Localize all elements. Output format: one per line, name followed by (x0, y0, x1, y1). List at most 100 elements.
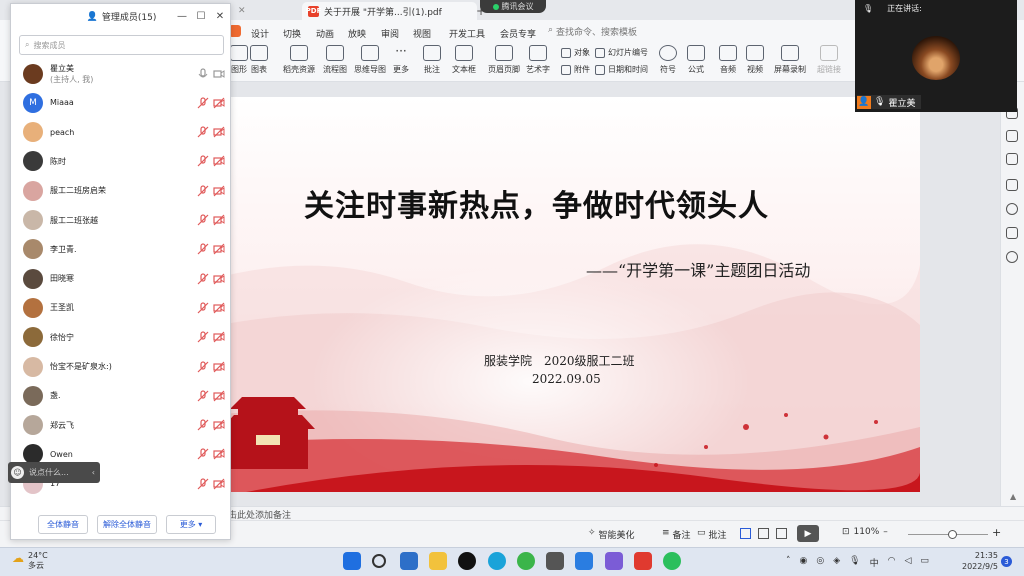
textbox-button[interactable]: 文本框 (452, 45, 476, 75)
shape-button[interactable]: 图形 (230, 45, 248, 75)
camera-off-icon[interactable] (213, 361, 225, 373)
play-slideshow-button[interactable]: ▶ (797, 525, 819, 542)
menu-transition[interactable]: 切换 (283, 27, 301, 40)
mindmap-button[interactable]: 思维导图 (354, 45, 386, 75)
clock[interactable]: 21:35 2022/9/5 (962, 550, 998, 572)
camera-off-icon[interactable] (213, 126, 225, 138)
slide-organization[interactable]: 服装学院 2020级服工二班 (484, 352, 635, 369)
member-row[interactable]: 怡宝不是矿泉水:) (11, 352, 230, 381)
member-row[interactable]: 郑云飞 (11, 411, 230, 440)
system-tray[interactable]: ˄ ◉ ◎ ◈ 🎙 中 ◠ ◁ ▭ (786, 556, 929, 569)
slide-title[interactable]: 关注时事新热点，争做时代领头人 (304, 181, 769, 225)
close-icon[interactable]: ✕ (213, 9, 227, 23)
mic-off-icon[interactable] (197, 302, 209, 314)
mute-all-button[interactable]: 全体静音 (38, 515, 88, 534)
menu-design[interactable]: 设计 (251, 27, 269, 40)
battery-icon[interactable]: ▭ (920, 556, 929, 569)
chat-input-bar[interactable]: ☺ 说点什么... ‹ (8, 462, 100, 483)
mic-off-icon[interactable] (197, 390, 209, 402)
meeting-pill[interactable]: 腾讯会议 (480, 0, 546, 13)
comment-button[interactable]: 批注 (423, 45, 441, 75)
camera-off-icon[interactable] (213, 419, 225, 431)
camera-off-icon[interactable] (213, 302, 225, 314)
flowchart-button[interactable]: 流程图 (323, 45, 347, 75)
member-row[interactable]: 瞿立美 (主持人, 我) (11, 59, 230, 88)
mic-off-icon[interactable] (197, 126, 209, 138)
camera-off-icon[interactable] (213, 448, 225, 460)
task-view-icon[interactable] (400, 552, 418, 570)
slide-date[interactable]: 2022.09.05 (532, 372, 601, 386)
member-row[interactable]: peach (11, 118, 230, 147)
sorter-view-icon[interactable] (758, 528, 769, 539)
member-row[interactable]: M Miaaa (11, 88, 230, 117)
menu-member[interactable]: 会员专享 (500, 27, 536, 40)
hyperlink-button[interactable]: 超链接 (817, 45, 841, 75)
minimize-icon[interactable]: — (175, 9, 189, 23)
pin-icon[interactable] (1006, 153, 1018, 165)
member-row[interactable]: 盏. (11, 381, 230, 410)
slide-subtitle[interactable]: ——“开学第一课”主题团日活动 (586, 257, 810, 281)
attachment-button[interactable]: 附件 (561, 64, 590, 75)
mic-off-icon[interactable] (197, 419, 209, 431)
slide-canvas[interactable]: 关注时事新热点，争做时代领头人 ——“开学第一课”主题团日活动 服装学院 202… (186, 97, 920, 492)
reading-view-icon[interactable] (776, 528, 787, 539)
emoji-icon[interactable]: ☺ (11, 466, 24, 479)
member-row[interactable]: 徐怡宁 (11, 323, 230, 352)
layout-icon[interactable] (1006, 179, 1018, 191)
zoom-control[interactable]: ⊡ 110% – (842, 527, 888, 537)
zoom-in-icon[interactable]: + (992, 526, 1001, 539)
mic-icon[interactable]: 🎙 (849, 556, 860, 569)
tab-previous[interactable]: ✕ (232, 2, 298, 20)
mic-off-icon[interactable] (197, 331, 209, 343)
unmute-all-button[interactable]: 解除全体静音 (97, 515, 157, 534)
member-search-input[interactable]: ⌕ 搜索成员 (19, 35, 224, 55)
notification-badge[interactable]: 3 (1001, 556, 1012, 567)
tray-app-icon[interactable]: ◉ (800, 556, 808, 569)
menu-slideshow[interactable]: 放映 (348, 27, 366, 40)
close-icon[interactable]: ✕ (238, 6, 246, 16)
menu-devtools[interactable]: 开发工具 (449, 27, 485, 40)
audio-button[interactable]: 音频 (719, 45, 737, 75)
formula-button[interactable]: 公式 (687, 45, 705, 75)
wechat-icon[interactable] (663, 552, 681, 570)
camera-off-icon[interactable] (213, 97, 225, 109)
start-icon[interactable] (343, 552, 361, 570)
mic-off-icon[interactable] (197, 97, 209, 109)
member-row[interactable]: 田晓寒 (11, 264, 230, 293)
edge-icon[interactable] (488, 552, 506, 570)
symbol-button[interactable]: 符号 (659, 45, 677, 75)
zoom-slider-thumb[interactable] (948, 530, 957, 539)
browser-icon[interactable] (517, 552, 535, 570)
member-row[interactable]: 服工二班房启荣 (11, 176, 230, 205)
tray-app-icon[interactable]: ◈ (833, 556, 840, 569)
wifi-icon[interactable]: ◠ (888, 556, 896, 569)
tray-app-icon[interactable]: ◎ (816, 556, 824, 569)
camera-off-icon[interactable] (213, 185, 225, 197)
docer-resource-button[interactable]: 稻壳资源 (283, 45, 315, 75)
mic-icon[interactable] (197, 67, 209, 80)
image-icon[interactable] (1006, 227, 1018, 239)
mic-off-icon[interactable] (197, 360, 209, 373)
slide-number-button[interactable]: 幻灯片编号 (595, 47, 648, 58)
app-icon[interactable] (575, 552, 593, 570)
camera-icon[interactable] (213, 68, 225, 80)
screen-record-button[interactable]: 屏幕录制 (774, 45, 806, 75)
command-search[interactable]: ⌕ 查找命令、搜索模板 (548, 25, 637, 38)
member-row[interactable]: 陈时 (11, 147, 230, 176)
chart-button[interactable]: 图表 (250, 45, 268, 75)
speaker-video[interactable]: 🎙 正在讲话: 👤 🎙 瞿立美 (855, 0, 1017, 112)
volume-icon[interactable]: ◁ (904, 556, 911, 569)
maximize-icon[interactable]: ☐ (194, 9, 208, 23)
expand-icon[interactable]: ▲ (1010, 492, 1016, 501)
mic-off-icon[interactable] (197, 448, 209, 460)
member-row[interactable]: 李卫青. (11, 235, 230, 264)
search-icon[interactable] (372, 554, 386, 568)
help-icon[interactable] (1006, 203, 1018, 215)
menu-review[interactable]: 审阅 (381, 27, 399, 40)
camera-off-icon[interactable] (213, 214, 225, 226)
chevron-up-icon[interactable]: ˄ (786, 556, 791, 569)
locate-icon[interactable] (1006, 251, 1018, 263)
camera-off-icon[interactable] (213, 273, 225, 285)
camera-off-icon[interactable] (213, 390, 225, 402)
smart-beautify-button[interactable]: ✧ 智能美化 (588, 528, 635, 541)
